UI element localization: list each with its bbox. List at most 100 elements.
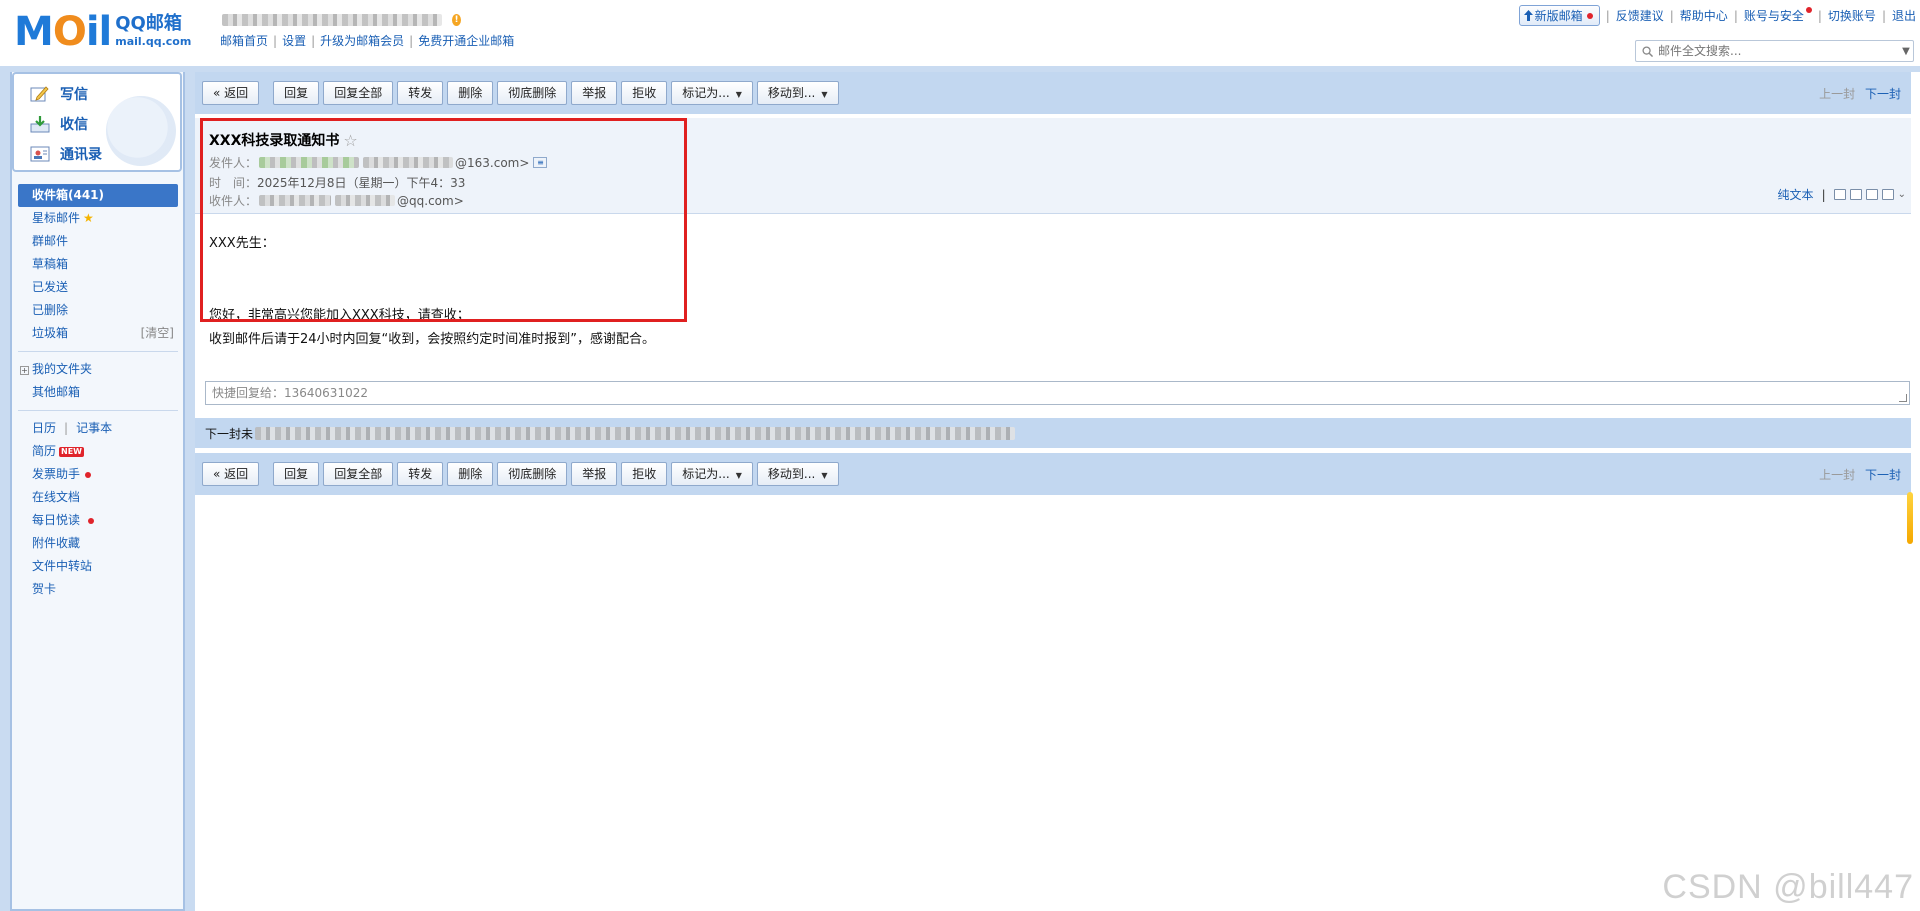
quick-reply-input[interactable]: 快捷回复给：13640631022 <box>205 381 1910 405</box>
resize-handle-icon[interactable] <box>1899 394 1907 402</box>
mail-header: XXX科技录取通知书 ☆ 发件人： @163.com> ≡ 时 间： 2025年… <box>195 118 1911 214</box>
reply-all-button[interactable]: 回复全部 <box>323 81 394 105</box>
app-invoice-assistant[interactable]: 发票助手 <box>18 463 178 486</box>
link-upgrade-vip[interactable]: 升级为邮箱会员 <box>320 32 404 49</box>
apps-calendar-notepad: 日历 | 记事本 <box>32 421 113 435</box>
folder-group-mail[interactable]: 群邮件 <box>18 230 178 253</box>
recipient-address-blurred <box>335 195 396 206</box>
compose-button[interactable]: 写信 <box>30 84 88 104</box>
link-enterprise-mail[interactable]: 免费开通企业邮箱 <box>418 32 514 49</box>
arrow-up-icon <box>1523 10 1533 21</box>
app-attachment-favorites[interactable]: 附件收藏 <box>18 532 178 555</box>
report-button[interactable]: 举报 <box>571 462 618 486</box>
logo-letter-m: M <box>14 9 54 55</box>
mail-toolbar-bottom: « 返回 回复 回复全部 转发 删除 彻底删除 举报 拒收 标记为... ▼ 移动… <box>195 453 1911 495</box>
new-version-dot-icon <box>1586 12 1593 19</box>
new-version-button[interactable]: 新版邮箱 <box>1518 5 1600 26</box>
receive-button[interactable]: 收信 <box>30 114 88 134</box>
folder-inbox[interactable]: 收件箱(441) <box>18 184 178 207</box>
expand-plus-icon[interactable]: + <box>20 366 29 375</box>
account-name-blurred <box>222 14 442 26</box>
move-to-dropdown[interactable]: 移动到... ▼ <box>756 81 839 105</box>
security-dot-icon <box>1805 7 1812 13</box>
quick-actions-panel: 写信 收信 通讯录 <box>12 72 182 172</box>
app-file-transfer[interactable]: 文件中转站 <box>18 555 178 578</box>
link-calendar[interactable]: 日历 <box>32 421 56 435</box>
folder-starred[interactable]: 星标邮件 ★ <box>18 207 178 230</box>
chevron-down-icon: ▼ <box>735 90 742 99</box>
reject-button[interactable]: 拒收 <box>621 81 668 105</box>
back-button[interactable]: « 返回 <box>202 462 260 486</box>
folder-my-folders[interactable]: + 我的文件夹 <box>18 358 178 381</box>
folder-drafts[interactable]: 草稿箱 <box>18 253 178 276</box>
search-dropdown-icon[interactable]: ▼ <box>1899 46 1913 57</box>
search-input[interactable] <box>1658 44 1899 58</box>
link-settings[interactable]: 设置 <box>282 32 306 49</box>
save-icon[interactable] <box>1865 189 1878 200</box>
warning-icon[interactable]: ! <box>452 14 461 26</box>
reject-button[interactable]: 拒收 <box>621 462 668 486</box>
link-switch-account[interactable]: 切换账号 <box>1828 7 1876 24</box>
move-to-dropdown[interactable]: 移动到... ▼ <box>756 462 839 486</box>
more-chevron-icon[interactable]: ⌄ <box>1898 189 1906 200</box>
vcard-icon[interactable]: ≡ <box>533 157 548 168</box>
plain-text-link[interactable]: 纯文本 <box>1778 186 1814 203</box>
mail-view-options: 纯文本 | ⌄ <box>1777 186 1906 203</box>
link-feedback[interactable]: 反馈建议 <box>1616 7 1664 24</box>
report-button[interactable]: 举报 <box>571 81 618 105</box>
divider <box>18 410 178 411</box>
app-greeting-cards[interactable]: 贺卡 <box>18 578 178 601</box>
star-outline-icon[interactable]: ☆ <box>343 131 357 150</box>
invoice-dot-icon <box>85 471 92 478</box>
reply-button[interactable]: 回复 <box>273 462 320 486</box>
back-button[interactable]: « 返回 <box>202 81 260 105</box>
new-window-icon[interactable] <box>1833 189 1846 200</box>
delete-button[interactable]: 删除 <box>447 462 494 486</box>
delete-forever-button[interactable]: 彻底删除 <box>497 462 568 486</box>
link-logout[interactable]: 退出 <box>1892 7 1916 24</box>
folder-other-mailbox[interactable]: 其他邮箱 <box>18 381 178 404</box>
forward-button[interactable]: 转发 <box>397 81 444 105</box>
sender-name-blurred <box>259 157 360 168</box>
delete-button[interactable]: 删除 <box>447 81 494 105</box>
link-account-security[interactable]: 账号与安全 <box>1744 7 1812 24</box>
folder-list: 收件箱(441) 星标邮件 ★ 群邮件 草稿箱 已发送 已删除 垃圾箱 [清空] +… <box>18 184 178 601</box>
link-mail-home[interactable]: 邮箱首页 <box>220 32 268 49</box>
spam-clear-link[interactable]: [清空] <box>141 322 174 345</box>
folder-deleted[interactable]: 已删除 <box>18 299 178 322</box>
app-resume[interactable]: 简历 NEW <box>18 440 178 463</box>
receive-inbox-icon <box>30 116 50 133</box>
search-box[interactable]: ▼ <box>1635 40 1914 62</box>
mark-as-dropdown[interactable]: 标记为... ▼ <box>671 81 753 105</box>
next-mail-link[interactable]: 下一封 <box>1865 468 1901 482</box>
link-help-center[interactable]: 帮助中心 <box>1680 7 1728 24</box>
chevron-down-icon: ▼ <box>735 471 742 480</box>
mark-as-dropdown[interactable]: 标记为... ▼ <box>671 462 753 486</box>
forward-button[interactable]: 转发 <box>397 462 444 486</box>
folder-spam[interactable]: 垃圾箱 [清空] <box>18 322 178 345</box>
logo-product-name: QQ邮箱 <box>115 13 182 34</box>
prev-mail-link[interactable]: 上一封 <box>1819 468 1855 482</box>
header: MOil QQ邮箱 mail.qq.com ! 邮箱首页 | 设置 | 升级为邮… <box>0 0 1920 66</box>
app-daily-reading[interactable]: 每日悦读 <box>18 509 178 532</box>
daily-dot-icon <box>88 517 95 524</box>
folder-sent[interactable]: 已发送 <box>18 276 178 299</box>
prev-mail-link[interactable]: 上一封 <box>1819 87 1855 101</box>
link-notepad[interactable]: 记事本 <box>76 421 112 435</box>
print-icon[interactable] <box>1881 189 1894 200</box>
mail-subject: XXX科技录取通知书 ☆ <box>209 130 358 150</box>
delete-forever-button[interactable]: 彻底删除 <box>497 81 568 105</box>
mail-to-row: 收件人： @qq.com> <box>209 193 464 209</box>
scrollbar-thumb[interactable] <box>1907 492 1913 544</box>
qq-mail-logo[interactable]: MOil QQ邮箱 mail.qq.com <box>14 12 191 52</box>
body-line-1: 您好，非常高兴您能加入XXX科技，请查收； <box>209 308 470 323</box>
reply-all-button[interactable]: 回复全部 <box>323 462 394 486</box>
next-mail-link[interactable]: 下一封 <box>1865 87 1901 101</box>
app-online-docs[interactable]: 在线文档 <box>18 486 178 509</box>
fullscreen-icon[interactable] <box>1849 189 1862 200</box>
next-mail-subject-blurred <box>255 426 1016 440</box>
star-icon: ★ <box>83 211 94 225</box>
contacts-button[interactable]: 通讯录 <box>30 144 102 164</box>
next-unread-bar[interactable]: 下一封未 <box>195 418 1911 448</box>
reply-button[interactable]: 回复 <box>273 81 320 105</box>
